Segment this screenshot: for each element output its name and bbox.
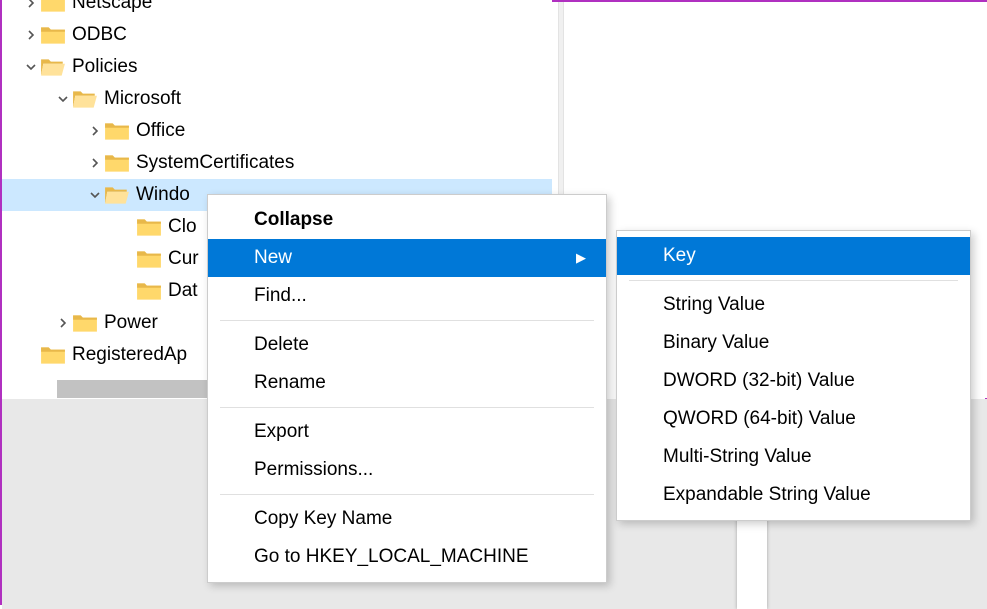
tree-item-label: RegisteredAp: [72, 344, 187, 366]
chevron-right-icon[interactable]: [54, 318, 72, 328]
submenu-key[interactable]: Key: [617, 237, 970, 275]
tree-item[interactable]: Office: [2, 115, 552, 147]
menu-collapse[interactable]: Collapse: [208, 201, 606, 239]
menu-go-to-label: Go to HKEY_LOCAL_MACHINE: [254, 546, 529, 568]
tree-item-label: Windo: [136, 184, 190, 206]
menu-permissions[interactable]: Permissions...: [208, 451, 606, 489]
tree-item[interactable]: Microsoft: [2, 83, 552, 115]
submenu-multi-string[interactable]: Multi-String Value: [617, 438, 970, 476]
menu-find-label: Find...: [254, 285, 307, 307]
tree-item[interactable]: Policies: [2, 51, 552, 83]
tree-item-label: Policies: [72, 56, 137, 78]
tree-item-label: Dat: [168, 280, 198, 302]
tree-item-label: Clo: [168, 216, 197, 238]
folder-icon: [104, 120, 130, 142]
folder-icon: [136, 280, 162, 302]
menu-export-label: Export: [254, 421, 309, 443]
submenu-binary-value[interactable]: Binary Value: [617, 324, 970, 362]
folder-icon: [40, 344, 66, 366]
tree-item-label: ODBC: [72, 24, 127, 46]
tree-item[interactable]: Netscape: [2, 0, 552, 19]
menu-separator: [220, 320, 594, 321]
tree-item-label: Power: [104, 312, 158, 334]
folder-icon: [136, 248, 162, 270]
menu-go-to[interactable]: Go to HKEY_LOCAL_MACHINE: [208, 538, 606, 576]
menu-separator: [220, 494, 594, 495]
menu-find[interactable]: Find...: [208, 277, 606, 315]
chevron-down-icon[interactable]: [22, 62, 40, 72]
context-menu: Collapse New ▶ Find... Delete Rename Exp…: [207, 194, 607, 583]
menu-separator: [220, 407, 594, 408]
submenu-expandable-label: Expandable String Value: [663, 484, 871, 506]
menu-collapse-label: Collapse: [254, 209, 333, 231]
submenu-arrow-icon: ▶: [576, 250, 586, 266]
tree-item-label: SystemCertificates: [136, 152, 294, 174]
menu-delete[interactable]: Delete: [208, 326, 606, 364]
submenu-key-label: Key: [663, 245, 696, 267]
menu-rename[interactable]: Rename: [208, 364, 606, 402]
chevron-down-icon[interactable]: [86, 190, 104, 200]
submenu-string-value-label: String Value: [663, 294, 765, 316]
folder-open-icon: [72, 88, 98, 110]
tree-item-label: Office: [136, 120, 185, 142]
submenu-expandable[interactable]: Expandable String Value: [617, 476, 970, 514]
folder-icon: [72, 312, 98, 334]
chevron-right-icon[interactable]: [22, 30, 40, 40]
folder-icon: [104, 152, 130, 174]
chevron-down-icon[interactable]: [54, 94, 72, 104]
chevron-right-icon[interactable]: [86, 126, 104, 136]
menu-copy-key-name-label: Copy Key Name: [254, 508, 392, 530]
menu-export[interactable]: Export: [208, 413, 606, 451]
folder-icon: [40, 24, 66, 46]
folder-open-icon: [40, 56, 66, 78]
menu-copy-key-name[interactable]: Copy Key Name: [208, 500, 606, 538]
submenu-binary-value-label: Binary Value: [663, 332, 769, 354]
submenu-string-value[interactable]: String Value: [617, 286, 970, 324]
menu-separator: [629, 280, 958, 281]
folder-icon: [136, 216, 162, 238]
menu-delete-label: Delete: [254, 334, 309, 356]
chevron-right-icon[interactable]: [22, 0, 40, 8]
tree-item[interactable]: ODBC: [2, 19, 552, 51]
tree-item-label: Netscape: [72, 0, 152, 14]
tree-item[interactable]: SystemCertificates: [2, 147, 552, 179]
menu-new-label: New: [254, 247, 292, 269]
submenu-dword-label: DWORD (32-bit) Value: [663, 370, 855, 392]
folder-open-icon: [104, 184, 130, 206]
menu-rename-label: Rename: [254, 372, 326, 394]
submenu-multi-string-label: Multi-String Value: [663, 446, 812, 468]
new-submenu: Key String Value Binary Value DWORD (32-…: [616, 230, 971, 521]
menu-new[interactable]: New ▶: [208, 239, 606, 277]
tree-item-label: Microsoft: [104, 88, 181, 110]
chevron-right-icon[interactable]: [86, 158, 104, 168]
folder-icon: [40, 0, 66, 14]
tree-item-label: Cur: [168, 248, 199, 270]
submenu-qword-label: QWORD (64-bit) Value: [663, 408, 856, 430]
submenu-dword[interactable]: DWORD (32-bit) Value: [617, 362, 970, 400]
submenu-qword[interactable]: QWORD (64-bit) Value: [617, 400, 970, 438]
menu-permissions-label: Permissions...: [254, 459, 373, 481]
